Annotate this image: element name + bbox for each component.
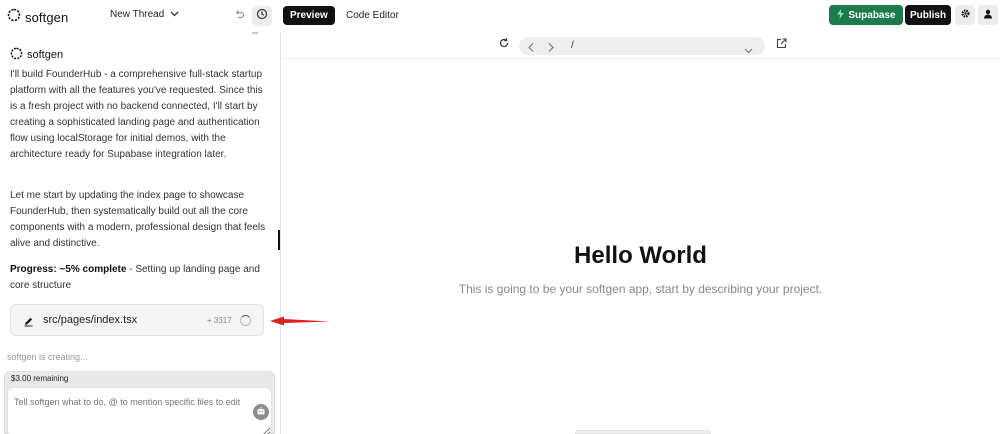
preview-subtext: This is going to be your softgen app, st… bbox=[458, 282, 823, 296]
lightning-icon bbox=[836, 8, 845, 22]
publish-button[interactable]: Publish bbox=[905, 5, 951, 25]
chat-input[interactable] bbox=[7, 387, 272, 434]
chevron-down-icon[interactable] bbox=[744, 41, 753, 59]
supabase-label: Supabase bbox=[848, 9, 896, 21]
chat-composer: $3.00 remaining bbox=[4, 371, 275, 434]
credits-remaining: $3.00 remaining bbox=[11, 374, 69, 383]
preview-heading: Hello World bbox=[574, 242, 707, 269]
tab-code-editor[interactable]: Code Editor bbox=[339, 6, 406, 25]
line-count: + 3317 bbox=[207, 316, 232, 325]
settings-button[interactable] bbox=[955, 5, 975, 25]
message-sender-name: softgen bbox=[27, 49, 64, 61]
url-path: / bbox=[571, 40, 574, 51]
message-paragraph: Let me start by updating the index page … bbox=[10, 190, 266, 249]
panel-resize-handle[interactable] bbox=[278, 230, 280, 250]
file-change-card[interactable]: src/pages/index.tsx + 3317 bbox=[10, 304, 264, 336]
external-link-icon bbox=[776, 36, 787, 54]
pencil-icon bbox=[23, 314, 34, 332]
supabase-button[interactable]: Supabase bbox=[829, 5, 903, 25]
chat-scroll-thumb[interactable] bbox=[252, 32, 258, 34]
top-bar: softgen New Thread Preview Code Editor S… bbox=[0, 0, 1000, 32]
history-icon bbox=[256, 7, 268, 25]
tab-preview[interactable]: Preview bbox=[283, 6, 335, 25]
panel-divider bbox=[280, 32, 281, 434]
message-paragraph: I'll build FounderHub - a comprehensive … bbox=[10, 69, 263, 160]
open-external-button[interactable] bbox=[774, 38, 788, 52]
file-path: src/pages/index.tsx bbox=[43, 314, 138, 326]
thread-label: New Thread bbox=[110, 9, 165, 20]
message-sender: softgen bbox=[10, 47, 63, 63]
status-text: softgen is creating... bbox=[7, 352, 88, 362]
reload-button[interactable] bbox=[497, 38, 511, 52]
gear-icon bbox=[960, 6, 971, 24]
chevron-down-icon bbox=[170, 9, 179, 20]
reload-icon bbox=[498, 36, 510, 54]
agent-button[interactable] bbox=[253, 404, 269, 420]
url-bar[interactable]: / bbox=[519, 37, 765, 55]
thread-selector[interactable]: New Thread bbox=[110, 9, 179, 20]
preview-bottom-element bbox=[575, 430, 711, 434]
annotation-arrow-icon bbox=[270, 316, 330, 326]
history-button[interactable] bbox=[252, 6, 272, 26]
user-button[interactable] bbox=[978, 5, 998, 25]
progress-paragraph: Progress: ~5% complete - Setting up land… bbox=[10, 262, 272, 294]
undo-button[interactable] bbox=[230, 7, 248, 25]
progress-label: Progress: ~5% complete bbox=[10, 264, 127, 275]
softgen-avatar-icon bbox=[10, 47, 23, 63]
brand-name: softgen bbox=[25, 10, 69, 25]
back-arrow-icon[interactable] bbox=[527, 40, 535, 58]
undo-icon bbox=[234, 7, 245, 25]
brand-logo: softgen bbox=[7, 8, 68, 27]
loading-spinner-icon bbox=[240, 315, 251, 326]
forward-arrow-icon[interactable] bbox=[547, 40, 555, 58]
user-icon bbox=[983, 6, 993, 24]
softgen-logo-icon bbox=[7, 8, 21, 27]
robot-icon bbox=[256, 403, 266, 421]
